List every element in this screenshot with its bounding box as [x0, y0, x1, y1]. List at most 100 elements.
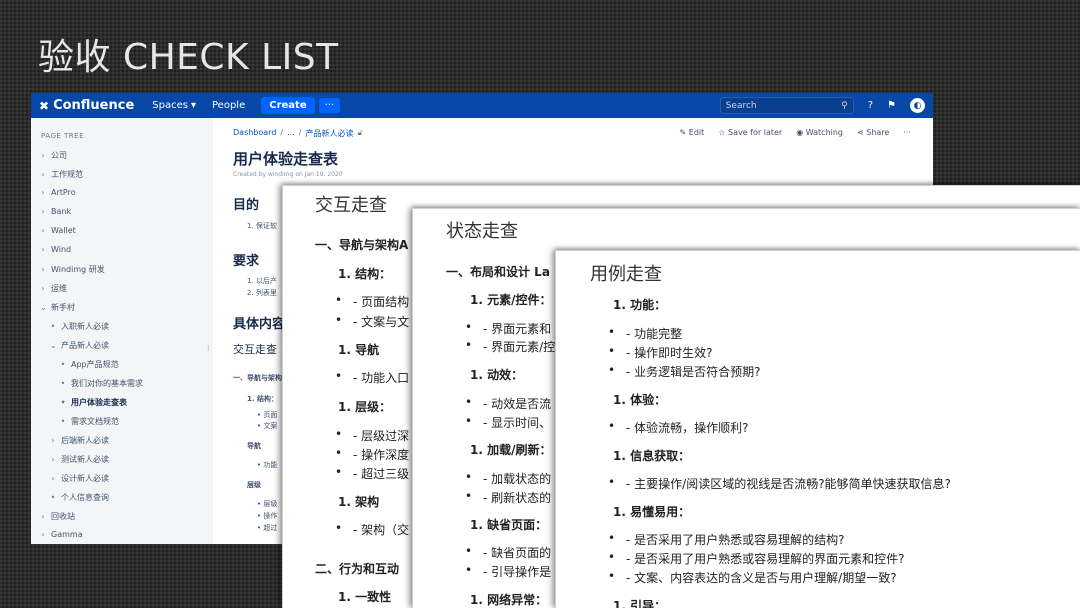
sidebar-item-label: 设计新人必读: [61, 474, 109, 483]
list-item: - 是否采用了用户熟悉或容易理解的结构?: [608, 531, 844, 548]
heading-content: 具体内容: [233, 317, 286, 332]
spaces-menu[interactable]: Spaces ▾: [152, 100, 196, 111]
watching-button[interactable]: ◉ Watching: [796, 128, 843, 137]
sheet-title: 状态走查: [446, 221, 518, 242]
section-heading: 一、布局和设计 La: [446, 265, 550, 279]
sidebar-item-wallet[interactable]: › Wallet: [40, 226, 76, 235]
page-tree-label: PAGE TREE: [41, 132, 84, 140]
breadcrumb-separator: /: [280, 128, 284, 137]
share-button[interactable]: ⋖ Share: [857, 128, 889, 137]
list-item: - 超过三级: [335, 465, 409, 482]
list-item: - 显示时间、: [465, 414, 551, 431]
help-icon[interactable]: ?: [868, 100, 873, 111]
sheet-title: 交互走查: [315, 195, 387, 216]
sidebar-item-ops[interactable]: › 运维: [40, 283, 67, 294]
sidebar-item-work-rules[interactable]: › 工作规范: [40, 169, 83, 180]
sidebar-item-label: Wind: [51, 245, 72, 254]
more-actions-button[interactable]: ···: [903, 128, 911, 137]
sidebar-item-wind[interactable]: › Wind: [40, 245, 71, 254]
sidebar-item-personal-info[interactable]: • 个人信息查询: [50, 492, 109, 503]
sidebar: PAGE TREE › 公司 › 工作规范 › ArtPro › Bank › Walle…: [31, 118, 213, 544]
create-button[interactable]: Create: [261, 97, 315, 114]
purpose-item: 1. 保证软: [247, 222, 277, 230]
bullet-icon: •: [60, 360, 66, 369]
item-heading: 1. 元素/控件：: [470, 293, 552, 307]
heading-requirement: 要求: [233, 254, 260, 269]
people-link[interactable]: People: [212, 100, 245, 111]
save-for-later-button[interactable]: ☆ Save for later: [718, 128, 782, 137]
breadcrumb: Dashboard / ... / 产品新人必读 🔓︎: [233, 128, 363, 139]
chevron-right-icon: ›: [51, 436, 55, 445]
breadcrumb-ellipsis[interactable]: ...: [287, 128, 295, 139]
sidebar-item-prd-spec[interactable]: • 需求文档规范: [60, 416, 119, 427]
list-item: - 主要操作/阅读区域的视线是否流畅?能够简单快速获取信息?: [608, 475, 951, 492]
sidebar-item-ux-checklist[interactable]: • 用户体验走查表: [60, 397, 127, 408]
notifications-icon[interactable]: ⚑: [887, 100, 896, 111]
page-meta: Created by windimg on Jan 19, 2020: [233, 171, 343, 178]
bullet-icon: •: [50, 493, 56, 502]
sub-heading-interaction: 交互走查: [233, 343, 277, 356]
sidebar-item-newbie[interactable]: ⌄ 新手村: [40, 302, 75, 313]
slide-title: 验收 CHECK LIST: [38, 37, 339, 78]
requirement-item: 2. 列表里: [247, 289, 277, 297]
sidebar-item-onboarding[interactable]: • 入职新人必读: [50, 321, 109, 332]
section-level: 层级: [247, 481, 261, 489]
breadcrumb-dashboard[interactable]: Dashboard: [233, 128, 276, 139]
list-item: - 刷新状态的: [465, 489, 551, 506]
breadcrumb-parent[interactable]: 产品新人必读: [305, 128, 353, 139]
pencil-icon: ✎: [679, 128, 689, 137]
sidebar-item-backend[interactable]: › 后端新人必读: [50, 435, 109, 446]
sidebar-item-label: Gamma: [51, 530, 83, 539]
sidebar-item-qa[interactable]: › 测试新人必读: [50, 454, 109, 465]
list-item: - 动效是否流: [465, 395, 551, 412]
confluence-logo[interactable]: ✖ Confluence: [39, 98, 134, 113]
section-structure: 1. 结构：: [247, 395, 278, 403]
requirement-item: 1. 以后产: [247, 277, 277, 285]
list-item: - 加载状态的: [465, 470, 551, 487]
sidebar-item-recycle-bin[interactable]: › 回收站: [40, 511, 75, 522]
bullet-icon: •: [60, 398, 66, 407]
sidebar-item-label: Windimg 研发: [51, 265, 105, 274]
star-icon: ☆: [718, 128, 728, 137]
sidebar-item-company[interactable]: › 公司: [40, 150, 67, 161]
sidebar-item-windimg[interactable]: › Windimg 研发: [40, 264, 105, 275]
bullet-icon: •: [60, 379, 66, 388]
search-input[interactable]: Search ⚲: [719, 97, 854, 114]
edit-button[interactable]: ✎ Edit: [680, 128, 705, 137]
item-heading: 1. 导航: [338, 343, 380, 357]
chevron-right-icon: ›: [41, 512, 45, 521]
list-item: - 文案与文: [335, 313, 409, 330]
user-avatar[interactable]: ◐: [910, 98, 925, 113]
list-item: - 功能完整: [608, 325, 682, 342]
sidebar-item-app-spec[interactable]: • App产品规范: [60, 359, 119, 370]
list-item: - 引导操作是: [465, 563, 551, 580]
lock-icon[interactable]: 🔓︎: [357, 128, 362, 139]
chevron-right-icon: ›: [41, 188, 45, 197]
sidebar-item-artpro[interactable]: › ArtPro: [40, 188, 75, 197]
sidebar-item-design[interactable]: › 设计新人必读: [50, 473, 109, 484]
sidebar-item-bank[interactable]: › Bank: [40, 207, 71, 216]
list-item: • 操作: [257, 512, 278, 520]
list-item: • 功能: [257, 461, 278, 469]
watching-label: Watching: [805, 128, 844, 137]
sidebar-item-label: 入职新人必读: [61, 322, 109, 331]
sidebar-item-label: 运维: [51, 284, 67, 293]
list-item: - 层级过深: [335, 427, 409, 444]
sidebar-item-label: 需求文档规范: [71, 417, 119, 426]
confluence-logo-icon: ✖: [39, 98, 50, 113]
sidebar-item-basic-needs[interactable]: • 我们对你的基本需求: [60, 378, 143, 389]
list-item: - 操作深度: [335, 446, 409, 463]
list-item: - 操作即时生效?: [608, 344, 712, 361]
sidebar-item-label: Wallet: [51, 226, 76, 235]
create-more-button[interactable]: ···: [318, 98, 341, 113]
list-item: - 页面结构: [335, 293, 409, 310]
item-heading: 1. 结构：: [338, 267, 392, 281]
sidebar-item-label: 后端新人必读: [61, 436, 109, 445]
logo-text: Confluence: [53, 98, 135, 113]
sidebar-item-gamma[interactable]: › Gamma: [40, 530, 83, 539]
list-item: - 文案、内容表达的含义是否与用户理解/期望一致?: [608, 569, 897, 586]
sidebar-resize-handle[interactable]: ⁞: [207, 344, 210, 353]
list-item: - 是否采用了用户熟悉或容易理解的界面元素和控件?: [608, 550, 905, 567]
chevron-right-icon: ›: [41, 151, 45, 160]
sidebar-item-product-newbie[interactable]: ⌄ 产品新人必读: [50, 340, 109, 351]
